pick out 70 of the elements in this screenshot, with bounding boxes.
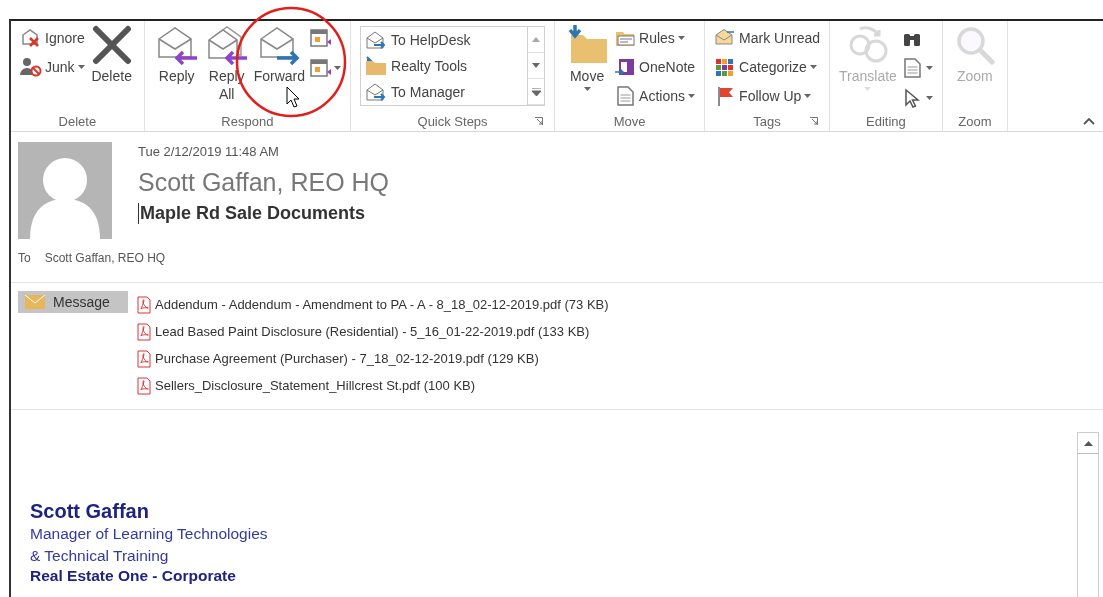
dialog-launcher-button[interactable] bbox=[810, 117, 819, 125]
attachment[interactable]: Purchase Agreement (Purchaser) - 7_18_02-12-2019.pdf (129 KB) bbox=[137, 345, 609, 372]
ribbon-small-button[interactable]: Categorize bbox=[714, 54, 821, 79]
ribbon-small-button[interactable]: Ignore bbox=[20, 25, 85, 50]
to-label: To bbox=[18, 251, 31, 265]
quick-step[interactable]: Realty Tools bbox=[365, 53, 524, 79]
sent-date: Tue 2/12/2019 11:48 AM bbox=[138, 144, 280, 159]
document-icon bbox=[614, 84, 637, 107]
junk-icon bbox=[20, 55, 42, 78]
company-name: Real Estate One - Corporate bbox=[30, 567, 237, 585]
recipient: Scott Gaffan, REO HQ bbox=[44, 251, 166, 265]
ignore-icon bbox=[20, 26, 42, 49]
group-label: Quick Steps bbox=[417, 113, 488, 129]
group-label: Delete bbox=[58, 113, 97, 129]
group-label: Move bbox=[613, 113, 646, 129]
caret-icon bbox=[925, 66, 933, 70]
caret-icon bbox=[804, 93, 812, 98]
ribbon-small-button[interactable]: OneNote bbox=[614, 54, 696, 79]
group-label: Zoom bbox=[958, 113, 992, 129]
caret-icon bbox=[583, 87, 591, 91]
ribbon-small-button[interactable]: Rules bbox=[614, 25, 696, 50]
group-label: Editing bbox=[866, 113, 906, 129]
collapse-ribbon-button[interactable] bbox=[1083, 118, 1095, 125]
scrollbar[interactable] bbox=[1077, 432, 1099, 597]
calendar-icon bbox=[309, 57, 332, 79]
envelope-icon bbox=[365, 82, 388, 102]
message-subject: Maple Rd Sale Documents bbox=[138, 203, 390, 224]
up-arrow-icon bbox=[532, 37, 541, 42]
envelope-icon bbox=[25, 295, 45, 309]
launcher-icon bbox=[810, 117, 819, 125]
envelope-icon bbox=[365, 30, 388, 50]
pdf-icon bbox=[137, 295, 151, 314]
sender-name: Scott Gaffan, REO HQ bbox=[138, 168, 390, 197]
message-tab[interactable]: Message bbox=[18, 291, 128, 313]
down-arrow-icon bbox=[532, 63, 541, 68]
signature-name: Scott Gaffan bbox=[30, 500, 150, 523]
ribbon-small-button[interactable]: Mark Unread bbox=[714, 25, 821, 50]
attachment[interactable]: Addendum - Addendum - Amendment to PA - A - 8_18_02-12-2019.pdf (73 KB) bbox=[137, 291, 609, 318]
caret-icon bbox=[809, 64, 817, 69]
attachment[interactable]: Sellers_Disclosure_Statement_Hillcrest St.pdf (100 KB) bbox=[137, 372, 609, 399]
pdf-icon bbox=[137, 349, 151, 368]
pdf-icon bbox=[137, 322, 151, 341]
signature-line: & Technical Training bbox=[30, 546, 170, 566]
mouse-cursor-icon bbox=[286, 86, 300, 108]
group-label: Tags bbox=[753, 113, 781, 129]
quick-step[interactable]: To HelpDesk bbox=[365, 27, 524, 53]
caret-icon bbox=[688, 93, 695, 98]
group-label: Respond bbox=[221, 113, 274, 129]
ribbon-button[interactable]: Move bbox=[564, 25, 611, 91]
expand-icon bbox=[531, 87, 541, 96]
caret-icon bbox=[677, 35, 685, 40]
launcher-icon bbox=[535, 117, 544, 125]
caret-icon bbox=[925, 96, 933, 100]
attachment[interactable]: Lead Based Paint Disclosure (Residential) - 5_16_01-22-2019.pdf (133 KB) bbox=[137, 318, 609, 345]
chevron-up-icon bbox=[1083, 118, 1095, 125]
dialog-launcher-button[interactable] bbox=[535, 117, 544, 125]
signature-line: Manager of Learning Technologies bbox=[30, 524, 269, 544]
forward-icon bbox=[257, 25, 302, 65]
ribbon-button[interactable]: Reply bbox=[153, 25, 200, 85]
calendar-icon bbox=[309, 27, 332, 49]
up-arrow-icon bbox=[1083, 440, 1093, 446]
quick-step[interactable]: To Manager bbox=[365, 79, 524, 105]
folder-icon bbox=[365, 56, 388, 76]
ribbon-button[interactable]: Delete bbox=[88, 25, 135, 85]
caret-icon bbox=[77, 64, 85, 69]
ribbon-small-button[interactable]: Follow Up bbox=[714, 83, 821, 108]
ribbon-small-button[interactable]: Actions bbox=[614, 83, 696, 108]
caret-icon bbox=[334, 66, 342, 70]
pdf-icon bbox=[137, 376, 151, 395]
ribbon-small-button[interactable]: Junk bbox=[20, 54, 85, 79]
